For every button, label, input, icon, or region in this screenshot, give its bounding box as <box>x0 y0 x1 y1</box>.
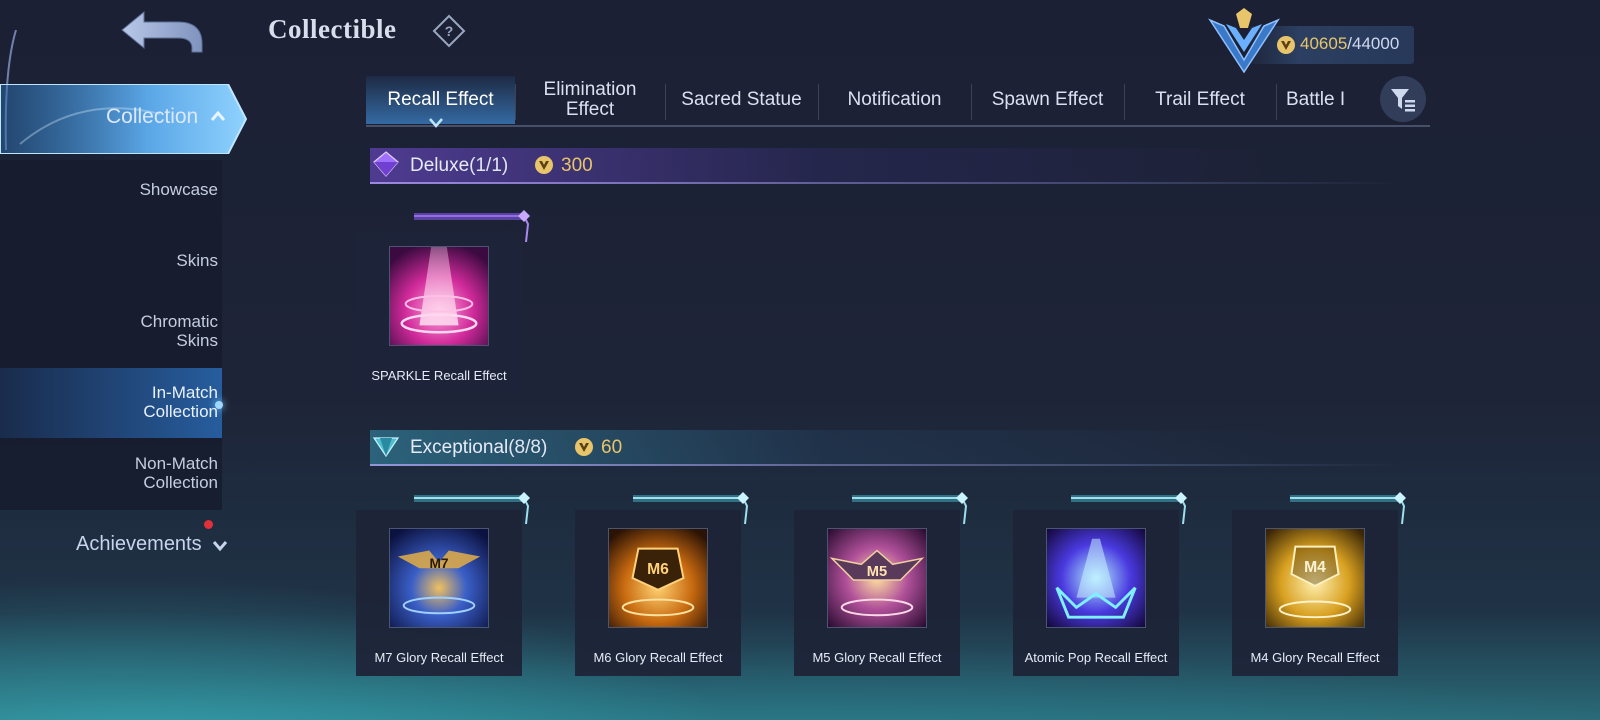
nav-collection-label: Collection <box>106 105 199 128</box>
teal-gem-icon <box>372 437 400 458</box>
tab-notification[interactable]: Notification <box>818 76 971 124</box>
m5-glory-recall-thumbnail: M5 <box>827 528 927 628</box>
card-badge: M4 <box>1304 559 1326 576</box>
section-divider <box>370 464 1400 466</box>
atomic-pop-recall-thumbnail <box>1046 528 1146 628</box>
sidebar-item-label-line1: Non-Match <box>134 454 218 473</box>
sidebar-item-chromatic-skins[interactable]: Chromatic Skins <box>141 312 218 350</box>
m6-glory-recall-thumbnail: M6 <box>608 528 708 628</box>
card-name: Atomic Pop Recall Effect <box>1024 650 1168 665</box>
section-value: 60 <box>601 437 623 458</box>
tab-label: Notification <box>847 89 942 110</box>
active-tab-caret-icon <box>429 118 443 128</box>
card-name: M4 Glory Recall Effect <box>1250 650 1380 665</box>
m4-glory-recall-thumbnail: M4 <box>1265 528 1365 628</box>
tab-underline <box>366 125 1430 127</box>
tab-label: Recall Effect <box>387 89 494 110</box>
card-name: M5 Glory Recall Effect <box>812 650 942 665</box>
back-arrow-icon[interactable] <box>118 8 206 58</box>
currency-max: 44000 <box>1352 34 1400 53</box>
m7-glory-recall-thumbnail: M7 <box>389 528 489 628</box>
sidebar-item-non-match-collection[interactable]: Non-Match Collection <box>135 454 218 492</box>
question-diamond-icon[interactable]: ? <box>432 14 466 48</box>
sidebar-item-skins[interactable]: Skins <box>176 251 218 270</box>
collection-coin-icon <box>575 438 593 456</box>
sidebar-item-label-line2: Collection <box>143 402 218 421</box>
section-count: (8/8) <box>508 437 548 458</box>
tab-battle[interactable]: Battle I <box>1276 76 1376 124</box>
card-corner-decoration <box>414 210 530 242</box>
chevron-down-icon[interactable] <box>212 538 228 552</box>
card-badge: M5 <box>867 564 887 580</box>
purple-gem-icon <box>373 151 399 177</box>
category-tabs: Recall Effect Elimination Effect Sacred … <box>366 76 1430 126</box>
tab-sacred-statue[interactable]: Sacred Statue <box>665 76 818 124</box>
filter-button[interactable] <box>1380 76 1426 122</box>
rank-emblem-icon <box>1208 8 1280 74</box>
notification-dot <box>204 520 213 529</box>
card-corner-decoration <box>633 492 749 524</box>
card-name: SPARKLE Recall Effect <box>371 368 507 383</box>
section-title-deluxe: Deluxe(1/1) <box>410 155 508 177</box>
tab-label: Trail Effect <box>1155 89 1245 110</box>
chevron-up-icon <box>210 110 226 121</box>
section-count: (1/1) <box>469 155 509 176</box>
section-header-deluxe <box>370 148 1380 184</box>
tab-label: Sacred Statue <box>681 89 802 110</box>
tab-trail-effect[interactable]: Trail Effect <box>1124 76 1276 124</box>
tab-spawn-effect[interactable]: Spawn Effect <box>971 76 1124 124</box>
sidebar-item-label-line2: Skins <box>176 331 218 350</box>
collection-coin-icon <box>1277 36 1295 54</box>
card-corner-decoration <box>1071 492 1187 524</box>
svg-text:?: ? <box>445 23 454 39</box>
sidebar-item-label-line1: Chromatic <box>140 312 218 331</box>
currency-current: 40605 <box>1300 34 1348 53</box>
card-corner-decoration <box>852 492 968 524</box>
section-title-exceptional: Exceptional(8/8) <box>410 437 547 459</box>
section-divider <box>370 182 1400 184</box>
section-value: 300 <box>561 155 593 176</box>
section-name: Exceptional <box>410 437 509 458</box>
card-badge: M6 <box>647 561 669 578</box>
sidebar-item-label-line2: Collection <box>143 473 218 492</box>
card-corner-decoration <box>1290 492 1406 524</box>
tab-label: Spawn Effect <box>991 89 1104 110</box>
tab-label: Battle I <box>1286 89 1346 110</box>
card-badge: M7 <box>429 556 448 571</box>
card-name: M7 Glory Recall Effect <box>374 650 504 665</box>
sidebar-item-label-line1: In-Match <box>151 383 218 402</box>
currency-value: 40605/44000 <box>1300 34 1399 54</box>
sidebar-item-label: Skins <box>176 251 218 270</box>
sidebar-item-showcase[interactable]: Showcase <box>140 180 218 199</box>
collection-coin-icon <box>535 156 553 174</box>
card-name: M6 Glory Recall Effect <box>593 650 723 665</box>
sidebar-item-in-match-collection[interactable]: In-Match Collection <box>143 383 218 421</box>
sidebar-item-label: Showcase <box>139 180 218 199</box>
section-name: Deluxe <box>410 155 470 176</box>
card-corner-decoration <box>414 492 530 524</box>
tab-elimination-effect[interactable]: Elimination Effect <box>515 76 665 124</box>
filter-icon <box>1391 89 1415 112</box>
tab-label-line2: Effect <box>565 99 615 120</box>
tab-label-line1: Elimination <box>543 79 637 100</box>
sparkle-recall-thumbnail <box>389 246 489 346</box>
nav-achievements[interactable]: Achievements <box>76 533 202 556</box>
page-title: Collectible <box>268 14 397 44</box>
